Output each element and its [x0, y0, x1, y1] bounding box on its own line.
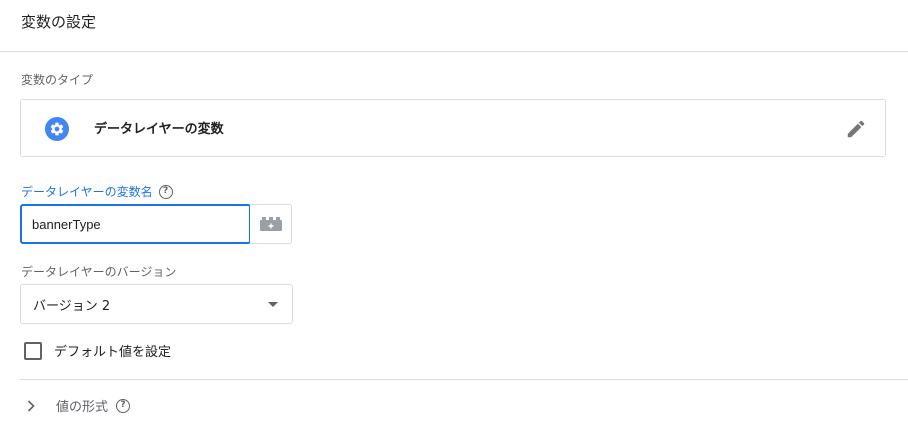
default-value-checkbox[interactable]: [24, 341, 42, 360]
variable-type-card[interactable]: データレイヤーの変数: [20, 99, 886, 157]
gear-icon: [45, 117, 69, 141]
selected-version: バージョン 2: [33, 298, 111, 314]
insert-variable-button[interactable]: [250, 204, 292, 244]
dropdown-caret-icon: [268, 302, 278, 307]
value-format-expander[interactable]: 値の形式 ?: [26, 396, 131, 415]
section-divider: [20, 379, 908, 380]
variable-type-name: データレイヤーの変数: [94, 122, 224, 137]
data-layer-version-label: データレイヤーのバージョン: [21, 265, 177, 279]
data-layer-version-select[interactable]: バージョン 2: [20, 284, 293, 324]
default-value-row[interactable]: デフォルト値を設定: [24, 341, 171, 360]
help-icon[interactable]: ?: [116, 398, 131, 413]
dialog-header: 変数の設定: [0, 0, 908, 52]
variable-block-icon: [259, 217, 282, 231]
help-icon[interactable]: ?: [158, 184, 173, 199]
data-layer-name-label: データレイヤーの変数名 ?: [21, 183, 173, 200]
data-layer-name-input[interactable]: [20, 204, 251, 244]
page-title: 変数の設定: [21, 13, 97, 31]
value-format-label: 値の形式: [56, 400, 109, 415]
chevron-right-icon: [27, 399, 35, 412]
variable-type-label: 変数のタイプ: [21, 73, 94, 87]
edit-pencil-icon[interactable]: [845, 118, 867, 140]
default-value-label: デフォルト値を設定: [54, 345, 172, 360]
data-layer-name-label-text: データレイヤーの変数名: [21, 185, 153, 199]
